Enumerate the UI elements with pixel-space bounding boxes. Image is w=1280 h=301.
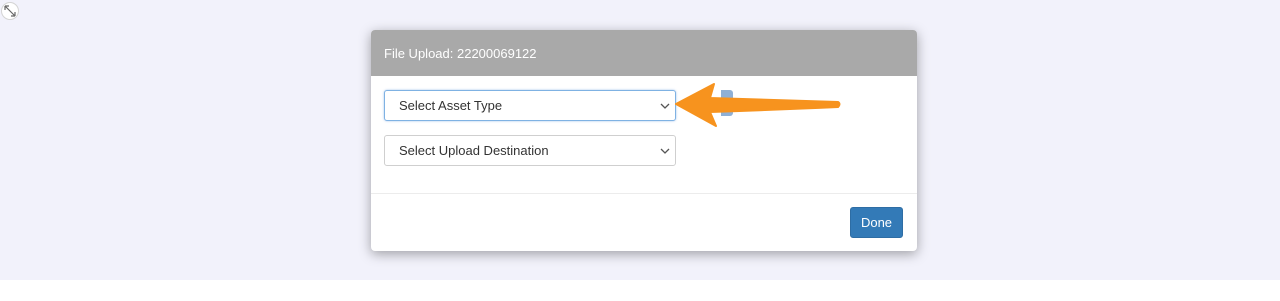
- expand-arrows-icon: [4, 5, 16, 17]
- modal-title: File Upload: 22200069122: [384, 45, 537, 61]
- file-upload-modal: File Upload: 22200069122 Select Asset Ty…: [371, 30, 917, 251]
- upload-destination-select[interactable]: Select Upload Destination: [384, 135, 676, 166]
- asset-type-select-value: Select Asset Type: [399, 98, 503, 113]
- done-button[interactable]: Done: [850, 207, 903, 238]
- modal-footer: Done: [371, 194, 917, 251]
- asset-type-select[interactable]: Select Asset Type: [384, 90, 676, 121]
- partially-hidden-button[interactable]: [721, 90, 733, 116]
- expand-button[interactable]: [1, 2, 19, 20]
- upload-destination-select-value: Select Upload Destination: [399, 143, 549, 158]
- modal-header: File Upload: 22200069122: [371, 30, 917, 76]
- chevron-down-icon: [660, 148, 670, 154]
- chevron-down-icon: [660, 103, 670, 109]
- modal-body: Select Asset Type Select Upload Destinat…: [371, 76, 917, 194]
